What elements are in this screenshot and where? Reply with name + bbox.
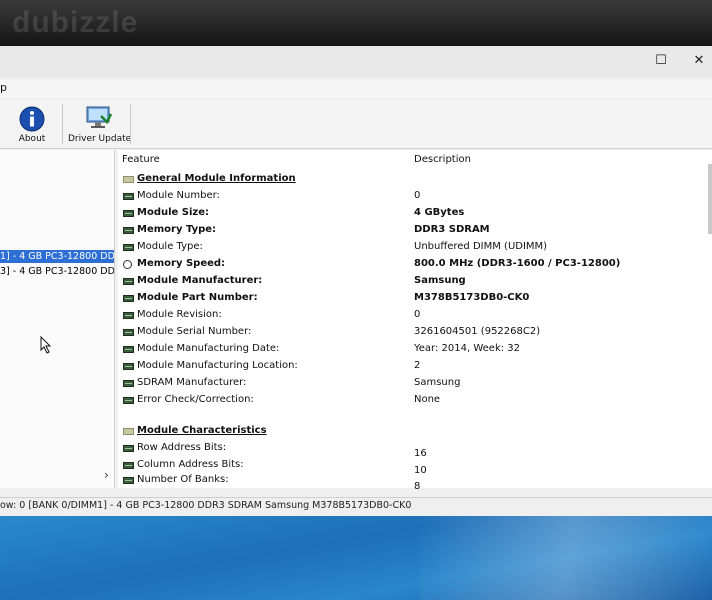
driver-update-label: Driver Update <box>68 134 132 144</box>
feature-value: M378B5173DB0-CK0 <box>414 292 530 303</box>
monitor-bezel: dubizzle <box>0 0 712 46</box>
driver-update-button[interactable]: Driver Update <box>68 102 132 146</box>
chip-icon <box>123 462 134 469</box>
feature-value: 800.0 MHz (DDR3-1600 / PC3-12800) <box>414 258 621 269</box>
table-row[interactable]: Column Address Bits: 10 <box>118 458 712 476</box>
feature-value: Samsung <box>414 275 466 286</box>
table-row[interactable]: Module Part Number: M378B5173DB0-CK0 <box>118 291 712 307</box>
toolbar-separator <box>62 104 63 144</box>
chip-icon <box>123 397 134 404</box>
table-row[interactable]: Number Of Banks: 8 <box>118 473 712 492</box>
chip-icon <box>123 227 134 234</box>
clock-icon <box>123 260 132 269</box>
feature-value: 0 <box>414 190 421 201</box>
about-button[interactable]: About <box>12 102 52 146</box>
app-window: ☐ ✕ p About Driver Update 1] - 4 GB PC3-… <box>0 46 712 516</box>
feature-label: Module Manufacturing Location: <box>137 360 298 371</box>
driver-update-icon <box>86 106 113 128</box>
feature-label: Memory Type: <box>137 224 217 235</box>
feature-value: None <box>414 394 441 405</box>
title-bar: ☐ ✕ <box>0 46 712 78</box>
mouse-cursor-icon <box>40 336 52 354</box>
feature-label: Module Revision: <box>137 309 222 320</box>
table-row[interactable]: Module Size: 4 GBytes <box>118 206 712 222</box>
table-row[interactable]: Error Check/Correction: None <box>118 393 712 409</box>
column-header-feature[interactable]: Feature <box>122 154 160 165</box>
section-icon <box>123 428 134 435</box>
feature-value: Unbuffered DIMM (UDIMM) <box>414 241 548 252</box>
section-title: General Module Information <box>137 173 296 184</box>
table-row[interactable]: SDRAM Manufacturer: Samsung <box>118 376 712 392</box>
chip-icon <box>123 278 134 285</box>
chip-icon <box>123 477 134 484</box>
chevron-right-icon[interactable]: › <box>104 468 109 482</box>
feature-value: 3261604501 (952268C2) <box>414 326 541 337</box>
chip-icon <box>123 346 134 353</box>
feature-label: Module Serial Number: <box>137 326 252 337</box>
watermark-text: dubizzle <box>12 6 139 39</box>
status-text: ow: 0 [BANK 0/DIMM1] - 4 GB PC3-12800 DD… <box>0 500 412 511</box>
chip-icon <box>123 329 134 336</box>
feature-label: Error Check/Correction: <box>137 394 254 405</box>
close-button[interactable]: ✕ <box>684 50 712 72</box>
about-label: About <box>18 134 46 144</box>
toolbar-separator <box>130 104 131 144</box>
chip-icon <box>123 193 134 200</box>
table-row[interactable]: Module Manufacturing Location: 2 <box>118 359 712 375</box>
feature-label: Number Of Banks: <box>137 474 229 485</box>
chip-icon <box>123 445 134 452</box>
table-row[interactable]: Module Type: Unbuffered DIMM (UDIMM) <box>118 240 712 256</box>
tree-item-dimm3[interactable]: 3] - 4 GB PC3-12800 DD <box>0 265 114 278</box>
feature-label: SDRAM Manufacturer: <box>137 377 247 388</box>
chip-icon <box>123 210 134 217</box>
feature-value: Year: 2014, Week: 32 <box>414 343 521 354</box>
feature-label: Module Size: <box>137 207 210 218</box>
feature-label: Module Manufacturing Date: <box>137 343 280 354</box>
chip-icon <box>123 244 134 251</box>
feature-value: 8 <box>414 481 421 492</box>
feature-value: 2 <box>414 360 421 371</box>
feature-label: Module Type: <box>137 241 203 252</box>
tree-item-dimm1[interactable]: 1] - 4 GB PC3-12800 DD <box>0 250 114 263</box>
feature-value: DDR3 SDRAM <box>414 224 490 235</box>
table-row[interactable]: Module Number: 0 <box>118 189 712 205</box>
section-header[interactable]: Module Characteristics <box>118 424 712 440</box>
chip-icon <box>123 295 134 302</box>
feature-label: Row Address Bits: <box>137 442 227 453</box>
device-tree: 1] - 4 GB PC3-12800 DD 3] - 4 GB PC3-128… <box>0 150 115 488</box>
menu-bar: p <box>0 80 712 98</box>
detail-pane: Feature Description General Module Infor… <box>118 150 712 492</box>
table-row[interactable]: Module Revision: 0 <box>118 308 712 324</box>
info-icon <box>19 106 45 132</box>
section-title: Module Characteristics <box>137 425 267 436</box>
table-row[interactable]: Row Address Bits: 16 <box>118 441 712 459</box>
table-row[interactable]: Module Manufacturing Date: Year: 2014, W… <box>118 342 712 358</box>
feature-label: Module Manufacturer: <box>137 275 263 286</box>
section-icon <box>123 176 134 183</box>
column-header-description[interactable]: Description <box>414 154 471 165</box>
feature-value: 4 GBytes <box>414 207 465 218</box>
chip-icon <box>123 380 134 387</box>
chip-icon <box>123 312 134 319</box>
table-row[interactable]: Memory Speed: 800.0 MHz (DDR3-1600 / PC3… <box>118 257 712 273</box>
feature-label: Module Part Number: <box>137 292 258 303</box>
feature-label: Module Number: <box>137 190 220 201</box>
maximize-button[interactable]: ☐ <box>646 50 676 72</box>
feature-label: Column Address Bits: <box>137 459 244 470</box>
table-row[interactable]: Module Manufacturer: Samsung <box>118 274 712 290</box>
chip-icon <box>123 363 134 370</box>
status-bar: ow: 0 [BANK 0/DIMM1] - 4 GB PC3-12800 DD… <box>0 497 712 514</box>
table-row[interactable]: Module Serial Number: 3261604501 (952268… <box>118 325 712 341</box>
section-header[interactable]: General Module Information <box>118 172 712 188</box>
table-row[interactable]: Memory Type: DDR3 SDRAM <box>118 223 712 239</box>
toolbar: About Driver Update <box>0 100 712 149</box>
feature-label: Memory Speed: <box>137 258 226 269</box>
feature-value: 0 <box>414 309 421 320</box>
feature-value: Samsung <box>414 377 461 388</box>
menu-help[interactable]: p <box>0 81 7 94</box>
